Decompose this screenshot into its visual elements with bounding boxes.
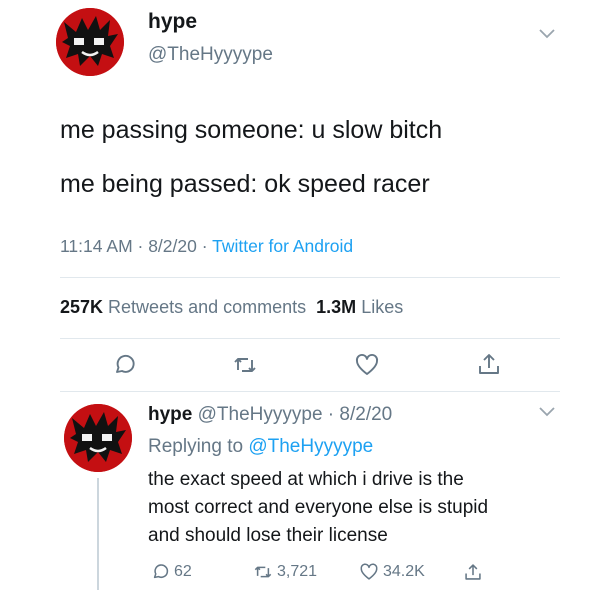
- reply-button[interactable]: 62: [150, 560, 192, 584]
- like-icon: [356, 353, 378, 375]
- retweet-count: 3,721: [277, 563, 318, 580]
- user-handle[interactable]: @TheHyyyype: [148, 44, 273, 66]
- retweet-button[interactable]: 3,721: [253, 560, 317, 584]
- retweet-icon: [234, 358, 256, 372]
- retweet-button[interactable]: [232, 352, 258, 378]
- meta-separator: ·: [132, 236, 149, 256]
- reply-text-line: most correct and everyone else is stupid: [148, 497, 489, 518]
- replying-prefix: Replying to: [148, 436, 244, 457]
- meta-separator: ·: [196, 236, 213, 256]
- tweet-meta: 11:14 AM · 8/2/20 · Twitter for Android: [60, 236, 353, 257]
- retweet-icon: [254, 566, 272, 578]
- reply-text-line: the exact speed at which i drive is the: [148, 469, 464, 490]
- replying-to-handle[interactable]: @TheHyyyype: [248, 436, 373, 457]
- avatar[interactable]: [64, 404, 132, 472]
- retweets-count: 257K: [60, 297, 104, 317]
- display-name[interactable]: hype: [148, 10, 197, 34]
- like-button[interactable]: 34.2K: [359, 560, 425, 584]
- avatar-face-icon: [64, 404, 132, 472]
- retweets-stat[interactable]: 257K Retweets and comments: [60, 297, 306, 317]
- avatar-face-icon: [56, 8, 124, 76]
- like-icon: [360, 563, 378, 580]
- likes-stat[interactable]: 1.3M Likes: [316, 297, 403, 317]
- thread-line: [97, 478, 99, 590]
- divider: [60, 277, 560, 278]
- share-button[interactable]: [463, 560, 487, 584]
- tweet-text-line: me passing someone: u slow bitch: [60, 116, 443, 144]
- reply-text-line: and should lose their license: [148, 525, 388, 546]
- reply-icon: [153, 564, 169, 579]
- reply-count: 62: [174, 563, 192, 580]
- reply-date[interactable]: 8/2/20: [339, 404, 392, 425]
- share-button[interactable]: [476, 351, 502, 377]
- tweet-time[interactable]: 11:14 AM: [60, 236, 133, 256]
- reply-icon: [116, 354, 135, 373]
- display-name[interactable]: hype: [148, 404, 192, 425]
- reply-header: hype @TheHyyyype · 8/2/20: [148, 404, 392, 426]
- like-count: 34.2K: [383, 563, 425, 580]
- share-icon: [479, 354, 499, 374]
- reply-button[interactable]: [111, 352, 137, 378]
- user-handle[interactable]: @TheHyyyype: [198, 404, 323, 425]
- replying-to: Replying to @TheHyyyype: [148, 436, 373, 458]
- likes-count: 1.3M: [316, 297, 357, 317]
- engagement-stats: 257K Retweets and comments 1.3M Likes: [60, 297, 403, 318]
- meta-separator: ·: [322, 404, 340, 425]
- divider: [60, 391, 560, 392]
- tweet-date[interactable]: 8/2/20: [148, 236, 197, 256]
- tweet-source[interactable]: Twitter for Android: [212, 236, 353, 256]
- retweets-label: Retweets and comments: [108, 297, 307, 317]
- likes-label: Likes: [361, 297, 404, 317]
- divider: [60, 338, 560, 339]
- caret-down-icon[interactable]: [538, 406, 556, 418]
- avatar[interactable]: [56, 8, 124, 76]
- tweet-text-line: me being passed: ok speed racer: [60, 170, 430, 198]
- caret-down-icon[interactable]: [538, 28, 556, 40]
- share-icon: [465, 564, 481, 580]
- like-button[interactable]: [354, 352, 380, 378]
